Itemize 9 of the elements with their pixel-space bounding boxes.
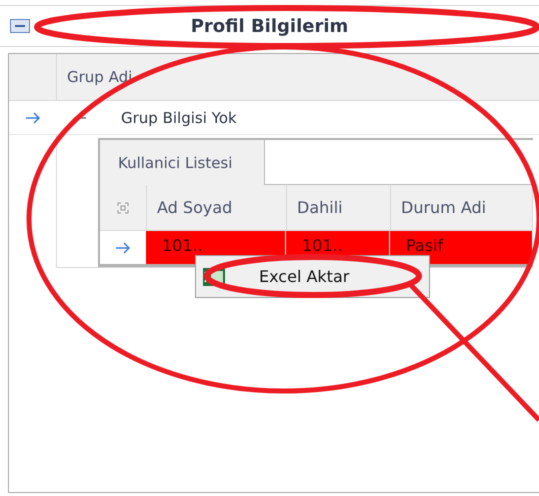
collapse-icon[interactable]	[10, 19, 30, 33]
panel-title: Profil Bilgilerim	[190, 16, 348, 36]
menu-item[interactable]: Excel Aktar	[259, 267, 350, 286]
column-header[interactable]: Ad Soyad	[147, 185, 287, 230]
column-header[interactable]: Dahili	[287, 185, 391, 230]
table-cell: Pasif	[390, 231, 533, 264]
column-header[interactable]: Durum Adi	[391, 185, 533, 230]
table-cell: Grup Bilgisi Yok	[121, 108, 237, 126]
tab[interactable]: Kullanici Listesi	[100, 140, 265, 185]
